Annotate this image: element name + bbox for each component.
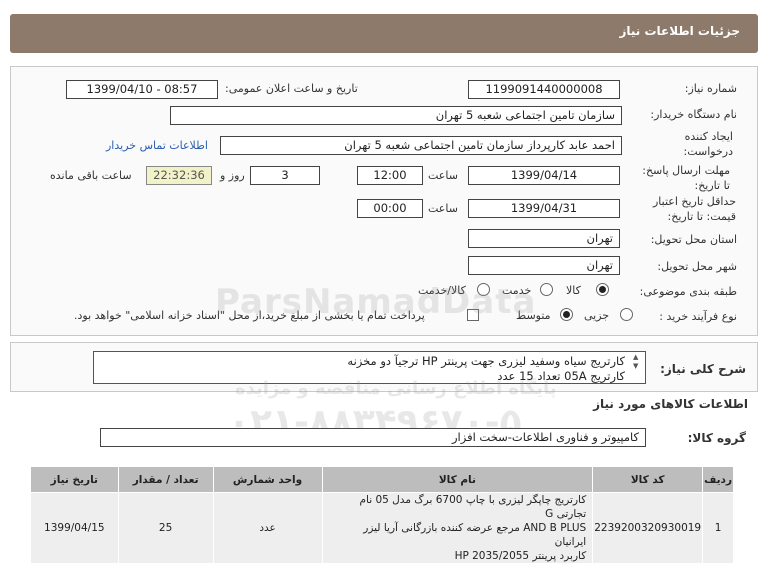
page-header: جزئیات اطلاعات نیاز <box>10 14 758 53</box>
cell-code: 2239200320930019 <box>592 492 704 564</box>
deadline-label-text: مهلت ارسال پاسخ: تا تاریخ: <box>642 164 730 192</box>
days-label: روز و <box>220 169 245 182</box>
goods-group-label: گروه کالا: <box>687 431 746 445</box>
process-radio-medium[interactable] <box>560 308 573 321</box>
process-label: نوع فرآیند خرید : <box>659 310 737 323</box>
goods-table: ردیف کد کالا نام کالا واحد شمارش تعداد /… <box>30 466 734 564</box>
col-header-quantity: تعداد / مقدار <box>117 466 214 493</box>
city-label: شهر محل تحویل: <box>657 260 737 273</box>
col-header-index: ردیف <box>702 466 734 493</box>
deadline-label: مهلت ارسال پاسخ: تا تاریخ: <box>640 163 730 193</box>
category-radio-goods[interactable] <box>596 283 609 296</box>
watermark-tagline: پایگاه اطلاع رسانی مناقصه و مزایده <box>235 378 557 399</box>
cell-index: 1 <box>702 492 734 564</box>
province-field: تهران <box>468 229 620 248</box>
days-field: 3 <box>250 166 320 185</box>
goods-section-title: اطلاعات کالاهای مورد نیاز <box>593 397 748 411</box>
deadline-date-field: 1399/04/14 <box>468 166 620 185</box>
category-label: طبقه بندی موضوعی: <box>639 285 737 298</box>
remaining-label: ساعت باقی مانده <box>50 169 132 182</box>
cell-date: 1399/04/15 <box>30 492 119 564</box>
description-scroll-arrows[interactable]: ▲ ▼ <box>633 353 643 371</box>
cell-unit: عدد <box>212 492 323 564</box>
creator-label: ایجاد کننده درخواست: <box>643 129 733 159</box>
deadline-time-field: 12:00 <box>357 166 423 185</box>
need-number-label: شماره نیاز: <box>684 82 737 95</box>
watermark-brand: ParsNamadData <box>215 282 537 322</box>
validity-date-field: 1399/04/31 <box>468 199 620 218</box>
contact-buyer-link[interactable]: اطلاعات تماس خریدار <box>106 139 208 152</box>
deadline-time-label: ساعت <box>428 169 458 182</box>
announce-field: 1399/04/10 - 08:57 <box>66 80 218 99</box>
cell-name: کارتریج چاپگر لیزری با چاپ 6700 برگ مدل … <box>321 492 594 564</box>
validity-label-text: حداقل تاریخ اعتبار قیمت: تا تاریخ: <box>652 195 736 223</box>
buyer-label: نام دستگاه خریدار: <box>650 108 737 121</box>
process-radio-minor[interactable] <box>620 308 633 321</box>
col-header-unit: واحد شمارش <box>212 466 323 493</box>
category-goods-label: کالا <box>566 284 581 297</box>
buyer-field: سازمان تامین اجتماعی شعبه 5 تهران <box>170 106 622 125</box>
city-field: تهران <box>468 256 620 275</box>
need-number-field: 1199091440000008 <box>468 80 620 99</box>
remaining-time-field: 22:32:36 <box>146 166 212 185</box>
col-header-date: تاریخ نیاز <box>30 466 119 493</box>
page-title: جزئیات اطلاعات نیاز <box>619 24 740 38</box>
announce-label: تاریخ و ساعت اعلان عمومی: <box>225 82 358 95</box>
col-header-name: نام کالا <box>321 466 594 493</box>
creator-field: احمد عابد کارپرداز سازمان تامین اجتماعی … <box>220 136 622 155</box>
validity-label: حداقل تاریخ اعتبار قیمت: تا تاریخ: <box>626 194 736 224</box>
goods-table-header: ردیف کد کالا نام کالا واحد شمارش تعداد /… <box>30 466 734 493</box>
province-label: استان محل تحویل: <box>650 233 737 246</box>
description-label: شرح کلی نیاز: <box>660 362 746 376</box>
table-row[interactable]: 1 2239200320930019 کارتریج چاپگر لیزری ب… <box>30 492 734 564</box>
cell-name-line-3: کاربرد پرینتر HP 2035/2055 <box>454 550 587 562</box>
validity-time-field: 00:00 <box>357 199 423 218</box>
goods-group-field: کامپیوتر و فناوری اطلاعات-سخت افزار <box>100 428 646 447</box>
cell-name-line-1: کارتریج چاپگر لیزری با چاپ 6700 برگ مدل … <box>359 494 587 520</box>
validity-time-label: ساعت <box>428 202 458 215</box>
category-radio-service[interactable] <box>540 283 553 296</box>
process-minor-label: جزیی <box>584 309 610 322</box>
creator-label-text: ایجاد کننده درخواست: <box>683 130 733 158</box>
description-line-1: کارتریج سیاه وسفید لیزری جهت پرینتر HP ت… <box>347 354 625 368</box>
col-header-code: کد کالا <box>592 466 704 493</box>
cell-quantity: 25 <box>117 492 214 564</box>
